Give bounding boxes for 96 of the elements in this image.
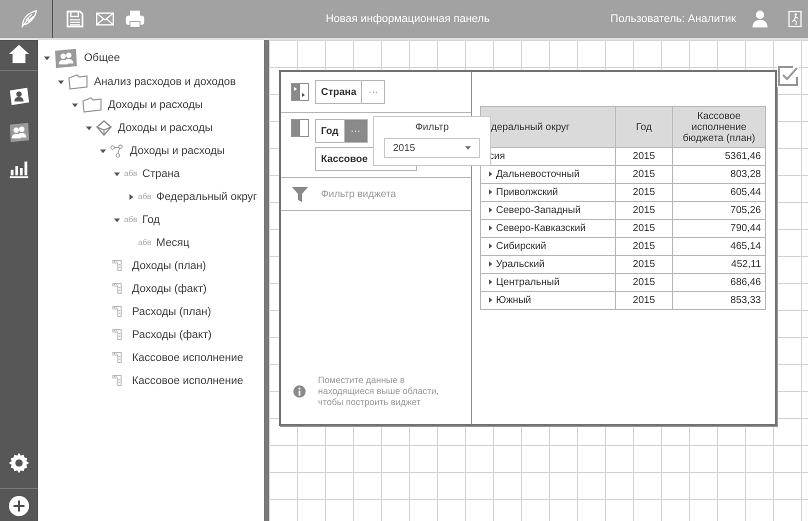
- column-header: деральный округ: [480, 106, 616, 148]
- table-cell: 2015: [615, 220, 672, 238]
- table-cell: 2015: [615, 166, 672, 184]
- tree-item[interactable]: Общее: [84, 52, 120, 64]
- tree-item[interactable]: Кассовое исполнение: [132, 374, 244, 386]
- columns-zone-icon: [291, 119, 309, 137]
- table-cell: 790,44: [672, 220, 766, 238]
- feather-icon[interactable]: [18, 8, 40, 30]
- save-icon[interactable]: [65, 9, 85, 29]
- dashboard-title: Новая информационная панель: [324, 13, 491, 25]
- caret-icon[interactable]: [100, 148, 106, 154]
- table-cell: 5361,46: [672, 148, 766, 166]
- info-icon: [293, 385, 306, 398]
- column-header: Год: [615, 106, 672, 148]
- tree-item[interactable]: Страна: [142, 168, 180, 180]
- filter-icon: [291, 185, 309, 203]
- caret-icon[interactable]: [489, 207, 493, 214]
- caret-icon[interactable]: [128, 194, 134, 200]
- table-cell: Сибирский: [496, 240, 546, 252]
- caret-icon[interactable]: [86, 124, 92, 130]
- caret-icon[interactable]: [114, 216, 120, 222]
- ruler-icon: [112, 259, 122, 272]
- type-label: абв: [124, 215, 138, 224]
- table-cell: Дальневосточный: [496, 168, 580, 180]
- caret-icon[interactable]: [489, 261, 493, 268]
- tree-item[interactable]: Год: [142, 214, 160, 226]
- table-cell: Северо-Западный: [496, 204, 581, 216]
- user-card-icon[interactable]: [8, 85, 30, 107]
- ruler-icon: [112, 282, 122, 295]
- ruler-icon: [112, 305, 122, 318]
- user-icon[interactable]: [750, 9, 770, 29]
- table-cell: 465,14: [672, 238, 766, 256]
- type-label: абв: [138, 192, 152, 201]
- caret-icon[interactable]: [489, 225, 493, 232]
- group-icon[interactable]: [8, 121, 30, 143]
- tree-item[interactable]: Доходы (план): [132, 260, 206, 272]
- tree-item[interactable]: Доходы и расходы: [108, 98, 203, 110]
- folder-icon: [68, 74, 88, 90]
- table-cell: 803,28: [672, 166, 766, 184]
- table-cell: 2015: [615, 238, 672, 256]
- year-select[interactable]: 2015: [384, 138, 480, 158]
- ruler-icon: [112, 374, 122, 387]
- exit-icon[interactable]: [786, 9, 804, 29]
- table-cell: 2015: [615, 274, 672, 292]
- hierarchy-icon: [110, 144, 124, 158]
- table-cell: 686,46: [672, 274, 766, 292]
- caret-icon[interactable]: [489, 171, 493, 178]
- type-label: абв: [124, 169, 138, 178]
- hint-text: Поместите данные в находящиеся выше области, чтобы построить виджет: [318, 375, 440, 408]
- tree-item[interactable]: Доходы и расходы: [118, 122, 213, 134]
- column-header: Кассовое исполнение бюджета (план): [672, 106, 766, 148]
- ruler-icon: [112, 328, 122, 341]
- table-cell: 605,44: [672, 184, 766, 202]
- tree-item[interactable]: Доходы и расходы: [130, 144, 225, 156]
- folder-icon: [82, 96, 102, 112]
- table-cell: 452,11: [672, 256, 766, 274]
- tree-item[interactable]: Анализ расходов и доходов: [94, 76, 236, 88]
- tree-item[interactable]: Кассовое исполнение: [132, 352, 244, 364]
- table-cell: 2015: [615, 148, 672, 166]
- caret-icon[interactable]: [44, 55, 50, 61]
- table-cell: Приволжский: [496, 186, 558, 198]
- caret-icon: [465, 146, 471, 150]
- table-cell: Уральский: [496, 258, 545, 270]
- table-cell: Южный: [496, 294, 532, 306]
- tree-item[interactable]: Федеральный округ: [156, 190, 258, 202]
- table-cell: 705,26: [672, 202, 766, 220]
- home-icon[interactable]: [8, 43, 30, 65]
- popup-title: Фильтр: [415, 122, 449, 133]
- group-icon: [54, 48, 78, 68]
- caret-icon[interactable]: [114, 170, 120, 176]
- table-cell: Центральный: [496, 276, 560, 288]
- ruler-icon: [112, 351, 122, 364]
- table-cell: 2015: [615, 184, 672, 202]
- checkbox-icon[interactable]: [777, 65, 799, 87]
- tree-item[interactable]: Расходы (план): [132, 306, 212, 318]
- table-cell: 853,33: [672, 292, 766, 310]
- type-label: абв: [138, 238, 152, 247]
- add-icon[interactable]: [8, 495, 30, 517]
- table-cell: Северо-Кавказский: [496, 222, 586, 234]
- settings-icon[interactable]: [8, 452, 30, 474]
- tree-item[interactable]: Месяц: [156, 236, 190, 248]
- printer-icon[interactable]: [125, 9, 145, 29]
- table-cell: 2015: [615, 256, 672, 274]
- tree-item[interactable]: Доходы (факт): [132, 282, 207, 294]
- table-cell: 2015: [615, 202, 672, 220]
- caret-icon[interactable]: [489, 189, 493, 196]
- user-label: Пользователь: Аналитик: [610, 13, 736, 25]
- caret-icon[interactable]: [489, 297, 493, 304]
- cube-icon: [96, 120, 112, 136]
- table-cell: 2015: [615, 292, 672, 310]
- caret-icon[interactable]: [72, 102, 78, 108]
- caret-icon[interactable]: [489, 279, 493, 286]
- rows-zone-icon: [291, 83, 309, 101]
- caret-icon[interactable]: [489, 243, 493, 250]
- tree-item[interactable]: Расходы (факт): [132, 328, 212, 340]
- caret-icon[interactable]: [58, 78, 64, 84]
